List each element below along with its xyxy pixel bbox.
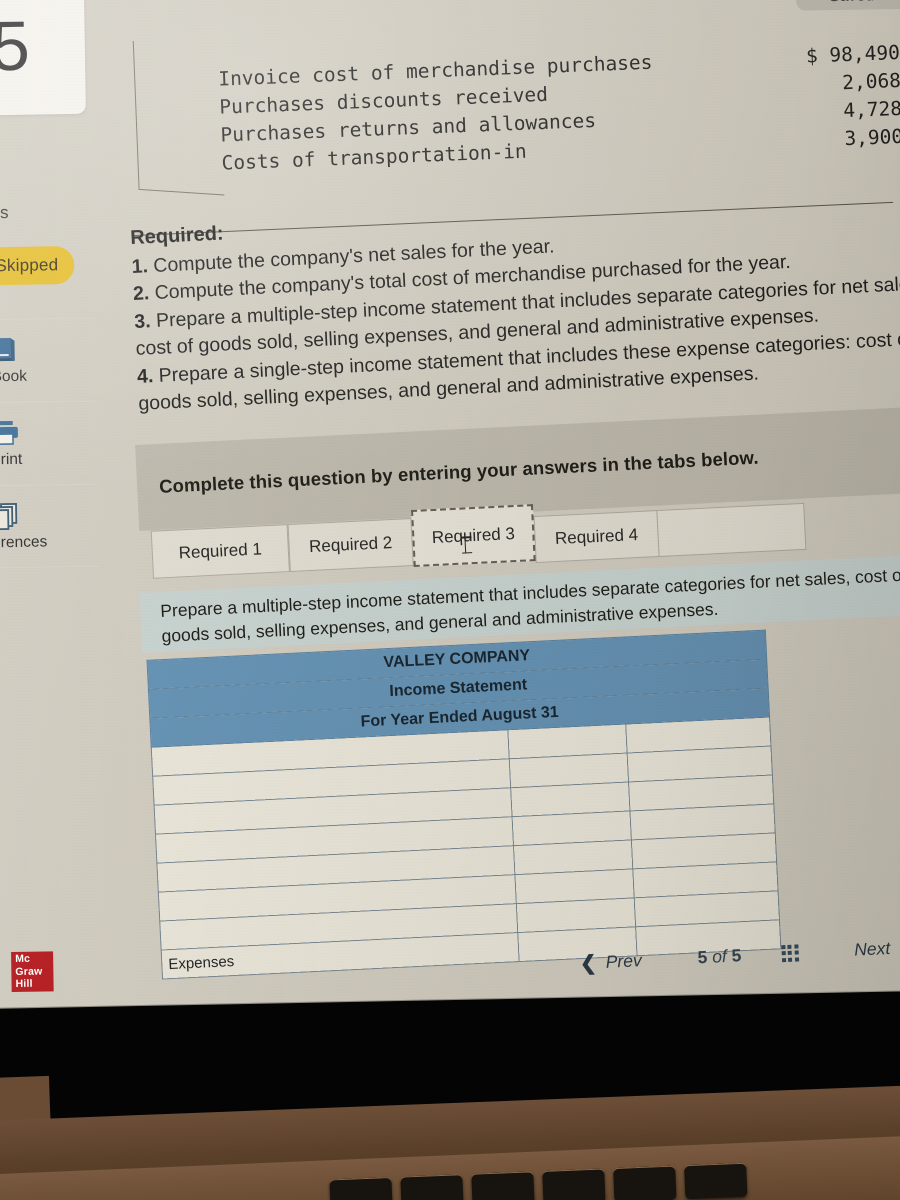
sidebar-item-print[interactable]: Print	[0, 400, 98, 486]
logo-line-2: Graw	[15, 965, 43, 978]
book-icon	[0, 336, 20, 364]
laptop-photo: Saved 5 nts Skipped	[0, 0, 900, 1200]
required-item-1-num: 1.	[131, 254, 149, 278]
income-statement-worksheet: VALLEY COMPANY Income Statement For Year…	[146, 630, 781, 980]
required-item-3-num: 3.	[133, 309, 152, 333]
next-button[interactable]: Next	[854, 937, 891, 960]
connect-assignment-page: Saved 5 nts Skipped	[0, 0, 900, 1022]
tab-strip-filler	[657, 502, 807, 557]
next-label: Next	[853, 937, 891, 960]
main-content: Invoice cost of merchandise purchases Pu…	[130, 0, 900, 1020]
grid-menu-icon[interactable]	[780, 943, 799, 962]
panel-bracket	[132, 40, 140, 189]
tab-label: Required 3	[431, 523, 516, 547]
keyboard-key	[542, 1168, 606, 1200]
tab-label: Required 2	[308, 533, 393, 557]
prev-button[interactable]: ❮ Prev	[579, 948, 642, 976]
sidebar-item-label: Print	[0, 450, 23, 469]
required-section: Required: 1. Compute the company's net s…	[130, 186, 900, 418]
sidebar-item-label: References	[0, 532, 48, 552]
sidebar: 5 nts Skipped eBook Print References Mc …	[0, 0, 116, 1022]
text-cursor-icon	[464, 537, 469, 553]
page-total: 5	[731, 944, 742, 966]
required-item-2-num: 2.	[132, 282, 150, 305]
question-number: 5	[0, 6, 30, 86]
tab-required-4[interactable]: Required 4	[533, 510, 660, 564]
given-data-values: $ 98,490 2,068 4,728 3,900	[805, 40, 900, 150]
documents-icon	[0, 501, 23, 530]
tab-required-3[interactable]: Required 3	[411, 504, 536, 567]
printer-icon	[0, 419, 22, 447]
complete-question-text: Complete this question by entering your …	[158, 446, 760, 497]
given-data-labels: Invoice cost of merchandise purchases Pu…	[217, 50, 653, 175]
keyboard-key	[684, 1162, 748, 1200]
tab-label: Required 1	[178, 539, 263, 563]
page-indicator: 5 of 5	[697, 945, 742, 968]
required-item-4-num: 4.	[136, 364, 154, 388]
prev-label: Prev	[605, 949, 643, 972]
sidebar-item-ebook[interactable]: eBook	[0, 317, 97, 403]
page-current: 5	[697, 946, 708, 967]
mcgraw-hill-logo: Mc Graw Hill	[11, 951, 54, 993]
tab-label: Required 4	[554, 524, 639, 548]
tab-required-2[interactable]: Required 2	[287, 518, 414, 573]
status-badge-skipped: Skipped	[0, 245, 75, 286]
logo-line-3: Hill	[15, 977, 33, 991]
sidebar-item-label: eBook	[0, 367, 28, 386]
keyboard-key	[471, 1171, 535, 1200]
page-of-label: of	[711, 945, 728, 967]
sidebar-tools: eBook Print References	[0, 317, 100, 569]
sidebar-item-references[interactable]: References	[0, 483, 100, 569]
laptop-screen: Saved 5 nts Skipped	[0, 0, 900, 1023]
skipped-label: Skipped	[0, 255, 59, 276]
keyboard-key	[329, 1176, 393, 1200]
logo-line-1: Mc	[15, 952, 31, 965]
given-data-panel: Invoice cost of merchandise purchases Pu…	[132, 10, 900, 193]
chevron-left-icon: ❮	[579, 951, 598, 975]
points-label: nts	[0, 202, 9, 223]
keyboard-key	[400, 1174, 464, 1200]
tab-required-1[interactable]: Required 1	[150, 524, 290, 579]
keyboard-key	[613, 1165, 677, 1200]
